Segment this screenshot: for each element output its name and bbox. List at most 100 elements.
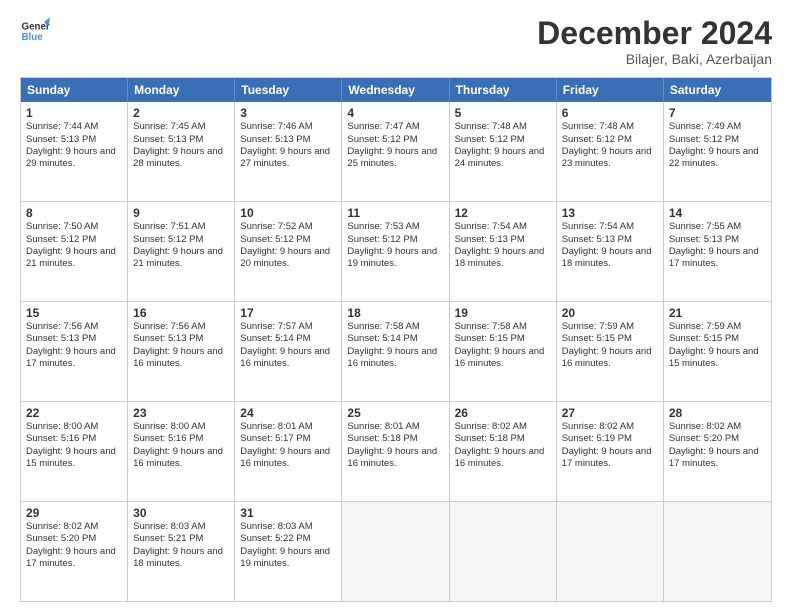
header-cell-tuesday: Tuesday: [235, 78, 342, 102]
day-number: 18: [347, 306, 443, 320]
daylight-text: Daylight: 9 hours and 22 minutes.: [669, 146, 766, 171]
calendar-row-1: 1Sunrise: 7:44 AMSunset: 5:13 PMDaylight…: [21, 102, 771, 202]
daylight-text: Daylight: 9 hours and 27 minutes.: [240, 146, 336, 171]
daylight-text: Daylight: 9 hours and 17 minutes.: [26, 546, 122, 571]
day-number: 29: [26, 506, 122, 520]
sunrise-text: Sunrise: 8:00 AM: [26, 421, 122, 433]
daylight-text: Daylight: 9 hours and 17 minutes.: [669, 446, 766, 471]
calendar-cell: 18Sunrise: 7:58 AMSunset: 5:14 PMDayligh…: [342, 302, 449, 401]
daylight-text: Daylight: 9 hours and 16 minutes.: [133, 446, 229, 471]
calendar-cell: 30Sunrise: 8:03 AMSunset: 5:21 PMDayligh…: [128, 502, 235, 601]
daylight-text: Daylight: 9 hours and 25 minutes.: [347, 146, 443, 171]
sunset-text: Sunset: 5:21 PM: [133, 533, 229, 545]
daylight-text: Daylight: 9 hours and 15 minutes.: [26, 446, 122, 471]
sunset-text: Sunset: 5:16 PM: [26, 433, 122, 445]
daylight-text: Daylight: 9 hours and 19 minutes.: [240, 546, 336, 571]
sunset-text: Sunset: 5:13 PM: [26, 134, 122, 146]
calendar-cell: 2Sunrise: 7:45 AMSunset: 5:13 PMDaylight…: [128, 102, 235, 201]
day-number: 7: [669, 106, 766, 120]
calendar-header: SundayMondayTuesdayWednesdayThursdayFrid…: [21, 78, 771, 102]
calendar-cell: 12Sunrise: 7:54 AMSunset: 5:13 PMDayligh…: [450, 202, 557, 301]
sunset-text: Sunset: 5:14 PM: [240, 333, 336, 345]
sunrise-text: Sunrise: 8:01 AM: [347, 421, 443, 433]
daylight-text: Daylight: 9 hours and 29 minutes.: [26, 146, 122, 171]
daylight-text: Daylight: 9 hours and 16 minutes.: [240, 346, 336, 371]
sunset-text: Sunset: 5:14 PM: [347, 333, 443, 345]
calendar-cell: 19Sunrise: 7:58 AMSunset: 5:15 PMDayligh…: [450, 302, 557, 401]
sunrise-text: Sunrise: 8:03 AM: [240, 521, 336, 533]
day-number: 5: [455, 106, 551, 120]
sunrise-text: Sunrise: 7:56 AM: [133, 321, 229, 333]
sunset-text: Sunset: 5:16 PM: [133, 433, 229, 445]
sunrise-text: Sunrise: 8:01 AM: [240, 421, 336, 433]
sunrise-text: Sunrise: 7:59 AM: [562, 321, 658, 333]
calendar-cell: 15Sunrise: 7:56 AMSunset: 5:13 PMDayligh…: [21, 302, 128, 401]
calendar-cell: 9Sunrise: 7:51 AMSunset: 5:12 PMDaylight…: [128, 202, 235, 301]
calendar-cell: 10Sunrise: 7:52 AMSunset: 5:12 PMDayligh…: [235, 202, 342, 301]
calendar-row-3: 15Sunrise: 7:56 AMSunset: 5:13 PMDayligh…: [21, 302, 771, 402]
calendar-cell: 8Sunrise: 7:50 AMSunset: 5:12 PMDaylight…: [21, 202, 128, 301]
daylight-text: Daylight: 9 hours and 19 minutes.: [347, 246, 443, 271]
logo: General Blue: [20, 16, 50, 46]
day-number: 16: [133, 306, 229, 320]
sunrise-text: Sunrise: 7:45 AM: [133, 121, 229, 133]
sunrise-text: Sunrise: 7:47 AM: [347, 121, 443, 133]
day-number: 3: [240, 106, 336, 120]
sunset-text: Sunset: 5:12 PM: [455, 134, 551, 146]
daylight-text: Daylight: 9 hours and 18 minutes.: [562, 246, 658, 271]
calendar-cell: 17Sunrise: 7:57 AMSunset: 5:14 PMDayligh…: [235, 302, 342, 401]
day-number: 24: [240, 406, 336, 420]
calendar-row-4: 22Sunrise: 8:00 AMSunset: 5:16 PMDayligh…: [21, 402, 771, 502]
sunrise-text: Sunrise: 7:44 AM: [26, 121, 122, 133]
daylight-text: Daylight: 9 hours and 24 minutes.: [455, 146, 551, 171]
day-number: 30: [133, 506, 229, 520]
daylight-text: Daylight: 9 hours and 16 minutes.: [133, 346, 229, 371]
daylight-text: Daylight: 9 hours and 20 minutes.: [240, 246, 336, 271]
sunrise-text: Sunrise: 7:49 AM: [669, 121, 766, 133]
daylight-text: Daylight: 9 hours and 28 minutes.: [133, 146, 229, 171]
day-number: 20: [562, 306, 658, 320]
calendar-cell: 13Sunrise: 7:54 AMSunset: 5:13 PMDayligh…: [557, 202, 664, 301]
daylight-text: Daylight: 9 hours and 16 minutes.: [455, 346, 551, 371]
day-number: 4: [347, 106, 443, 120]
sunset-text: Sunset: 5:12 PM: [347, 234, 443, 246]
daylight-text: Daylight: 9 hours and 16 minutes.: [240, 446, 336, 471]
calendar-cell: 26Sunrise: 8:02 AMSunset: 5:18 PMDayligh…: [450, 402, 557, 501]
calendar-cell: 6Sunrise: 7:48 AMSunset: 5:12 PMDaylight…: [557, 102, 664, 201]
calendar-row-5: 29Sunrise: 8:02 AMSunset: 5:20 PMDayligh…: [21, 502, 771, 601]
header-cell-saturday: Saturday: [664, 78, 771, 102]
month-title: December 2024: [537, 16, 772, 51]
sunset-text: Sunset: 5:12 PM: [26, 234, 122, 246]
sunrise-text: Sunrise: 7:59 AM: [669, 321, 766, 333]
location: Bilajer, Baki, Azerbaijan: [537, 51, 772, 67]
day-number: 27: [562, 406, 658, 420]
daylight-text: Daylight: 9 hours and 17 minutes.: [562, 446, 658, 471]
calendar-cell: 29Sunrise: 8:02 AMSunset: 5:20 PMDayligh…: [21, 502, 128, 601]
sunset-text: Sunset: 5:15 PM: [669, 333, 766, 345]
sunset-text: Sunset: 5:13 PM: [669, 234, 766, 246]
daylight-text: Daylight: 9 hours and 18 minutes.: [455, 246, 551, 271]
calendar-cell: 14Sunrise: 7:55 AMSunset: 5:13 PMDayligh…: [664, 202, 771, 301]
sunset-text: Sunset: 5:19 PM: [562, 433, 658, 445]
sunset-text: Sunset: 5:12 PM: [240, 234, 336, 246]
sunset-text: Sunset: 5:12 PM: [562, 134, 658, 146]
sunset-text: Sunset: 5:13 PM: [240, 134, 336, 146]
calendar-cell: 28Sunrise: 8:02 AMSunset: 5:20 PMDayligh…: [664, 402, 771, 501]
sunset-text: Sunset: 5:13 PM: [455, 234, 551, 246]
calendar-cell: 16Sunrise: 7:56 AMSunset: 5:13 PMDayligh…: [128, 302, 235, 401]
calendar-cell: 22Sunrise: 8:00 AMSunset: 5:16 PMDayligh…: [21, 402, 128, 501]
calendar-cell: 4Sunrise: 7:47 AMSunset: 5:12 PMDaylight…: [342, 102, 449, 201]
day-number: 31: [240, 506, 336, 520]
calendar-cell: 24Sunrise: 8:01 AMSunset: 5:17 PMDayligh…: [235, 402, 342, 501]
calendar-row-2: 8Sunrise: 7:50 AMSunset: 5:12 PMDaylight…: [21, 202, 771, 302]
day-number: 1: [26, 106, 122, 120]
day-number: 28: [669, 406, 766, 420]
daylight-text: Daylight: 9 hours and 21 minutes.: [133, 246, 229, 271]
sunrise-text: Sunrise: 7:46 AM: [240, 121, 336, 133]
day-number: 21: [669, 306, 766, 320]
day-number: 9: [133, 206, 229, 220]
day-number: 10: [240, 206, 336, 220]
sunset-text: Sunset: 5:12 PM: [347, 134, 443, 146]
sunrise-text: Sunrise: 7:52 AM: [240, 221, 336, 233]
header: General Blue December 2024 Bilajer, Baki…: [20, 16, 772, 67]
